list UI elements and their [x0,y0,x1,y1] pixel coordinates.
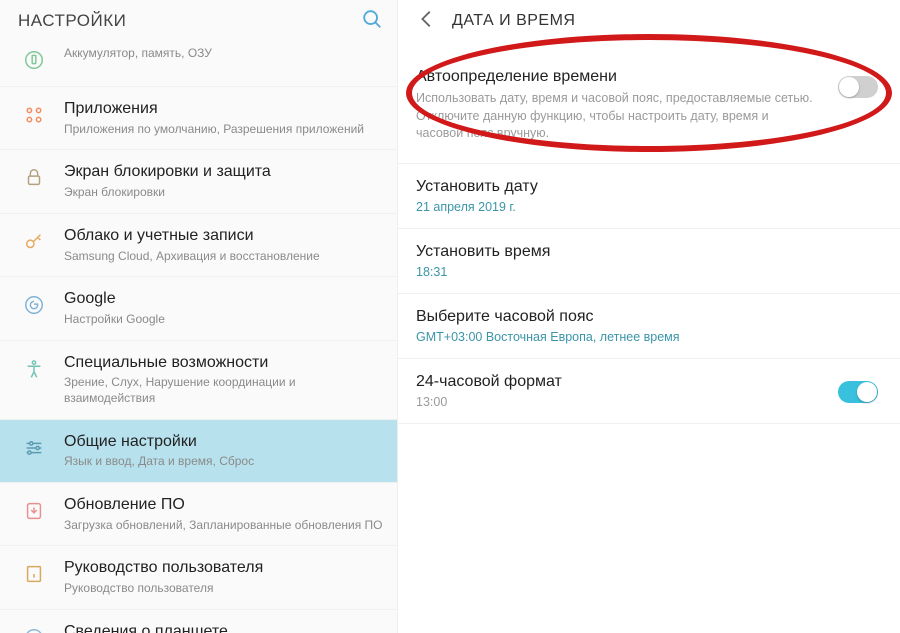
sidebar-item-sub: Приложения по умолчанию, Разрешения прил… [64,122,383,138]
detail-title: ДАТА И ВРЕМЯ [452,12,575,30]
setting-timezone[interactable]: Выберите часовой пояс GMT+03:00 Восточна… [398,294,900,359]
sidebar-item-update[interactable]: Обновление ПО Загрузка обновлений, Запла… [0,483,397,546]
setting-title: 24-часовой формат [416,373,818,391]
manual-icon [18,558,50,590]
sidebar-item-general[interactable]: Общие настройки Язык и ввод, Дата и врем… [0,420,397,483]
back-icon[interactable] [416,8,438,35]
sidebar-item-sub: Загрузка обновлений, Запланированные обн… [64,518,383,534]
sidebar-item-cloud[interactable]: Облако и учетные записи Samsung Cloud, А… [0,214,397,277]
sidebar-item-sub: Зрение, Слух, Нарушение координации и вз… [64,375,383,406]
setting-title: Установить время [416,243,858,261]
sidebar-item-sub: Samsung Cloud, Архивация и восстановлени… [64,249,383,265]
settings-sidebar: НАСТРОЙКИ Аккумулятор, память, ОЗУ Прило… [0,0,398,633]
sidebar-item-sub: Руководство пользователя [64,581,383,597]
setting-24h[interactable]: 24-часовой формат 13:00 [398,359,900,424]
sidebar-item-sub: Экран блокировки [64,185,383,201]
setting-value: 13:00 [416,395,818,409]
detail-pane: ДАТА И ВРЕМЯ Автоопределение времени Исп… [398,0,900,633]
setting-value: 18:31 [416,265,858,279]
detail-header: ДАТА И ВРЕМЯ [398,0,900,42]
sidebar-title: НАСТРОЙКИ [18,11,126,31]
sidebar-item-label: Облако и учетные записи [64,226,383,247]
setting-auto-time[interactable]: Автоопределение времени Использовать дат… [398,42,900,164]
google-icon [18,289,50,321]
setting-title: Автоопределение времени [416,68,818,86]
apps-icon [18,99,50,131]
sidebar-item-apps[interactable]: Приложения Приложения по умолчанию, Разр… [0,87,397,150]
sidebar-item-about[interactable]: Сведения о планшете Состояние, Юридическ… [0,610,397,633]
sidebar-item-sub: Язык и ввод, Дата и время, Сброс [64,454,383,470]
sidebar-item-label: Руководство пользователя [64,558,383,579]
setting-title: Выберите часовой пояс [416,308,858,326]
sidebar-item-label: Экран блокировки и защита [64,162,383,183]
sidebar-item-label: Google [64,289,383,310]
sidebar-item-label: Специальные возможности [64,353,383,374]
setting-set-time[interactable]: Установить время 18:31 [398,229,900,294]
search-icon[interactable] [361,8,383,35]
update-icon [18,495,50,527]
sidebar-item-label: Приложения [64,99,383,120]
sidebar-item-manual[interactable]: Руководство пользователя Руководство пол… [0,546,397,609]
sliders-icon [18,432,50,464]
accessibility-icon [18,353,50,385]
setting-title: Установить дату [416,178,858,196]
setting-value: 21 апреля 2019 г. [416,200,858,214]
toggle-24h[interactable] [838,381,878,403]
battery-icon [18,44,50,76]
setting-sub: Использовать дату, время и часовой пояс,… [416,90,818,143]
settings-list: Автоопределение времени Использовать дат… [398,42,900,424]
sidebar-item-google[interactable]: Google Настройки Google [0,277,397,340]
setting-set-date[interactable]: Установить дату 21 апреля 2019 г. [398,164,900,229]
sidebar-item-sub: Настройки Google [64,312,383,328]
sidebar-item-label: Сведения о планшете [64,622,383,633]
sidebar-item-device-care[interactable]: Аккумулятор, память, ОЗУ [0,42,397,87]
setting-value: GMT+03:00 Восточная Европа, летнее время [416,330,858,344]
key-icon [18,226,50,258]
sidebar-item-lockscreen[interactable]: Экран блокировки и защита Экран блокиров… [0,150,397,213]
sidebar-item-sub: Аккумулятор, память, ОЗУ [64,46,383,62]
toggle-auto-time[interactable] [838,76,878,98]
sidebar-item-accessibility[interactable]: Специальные возможности Зрение, Слух, На… [0,341,397,420]
sidebar-item-label: Обновление ПО [64,495,383,516]
sidebar-header: НАСТРОЙКИ [0,0,397,42]
info-icon [18,622,50,633]
lock-icon [18,162,50,194]
sidebar-menu: Аккумулятор, память, ОЗУ Приложения Прил… [0,42,397,633]
sidebar-item-label: Общие настройки [64,432,383,453]
